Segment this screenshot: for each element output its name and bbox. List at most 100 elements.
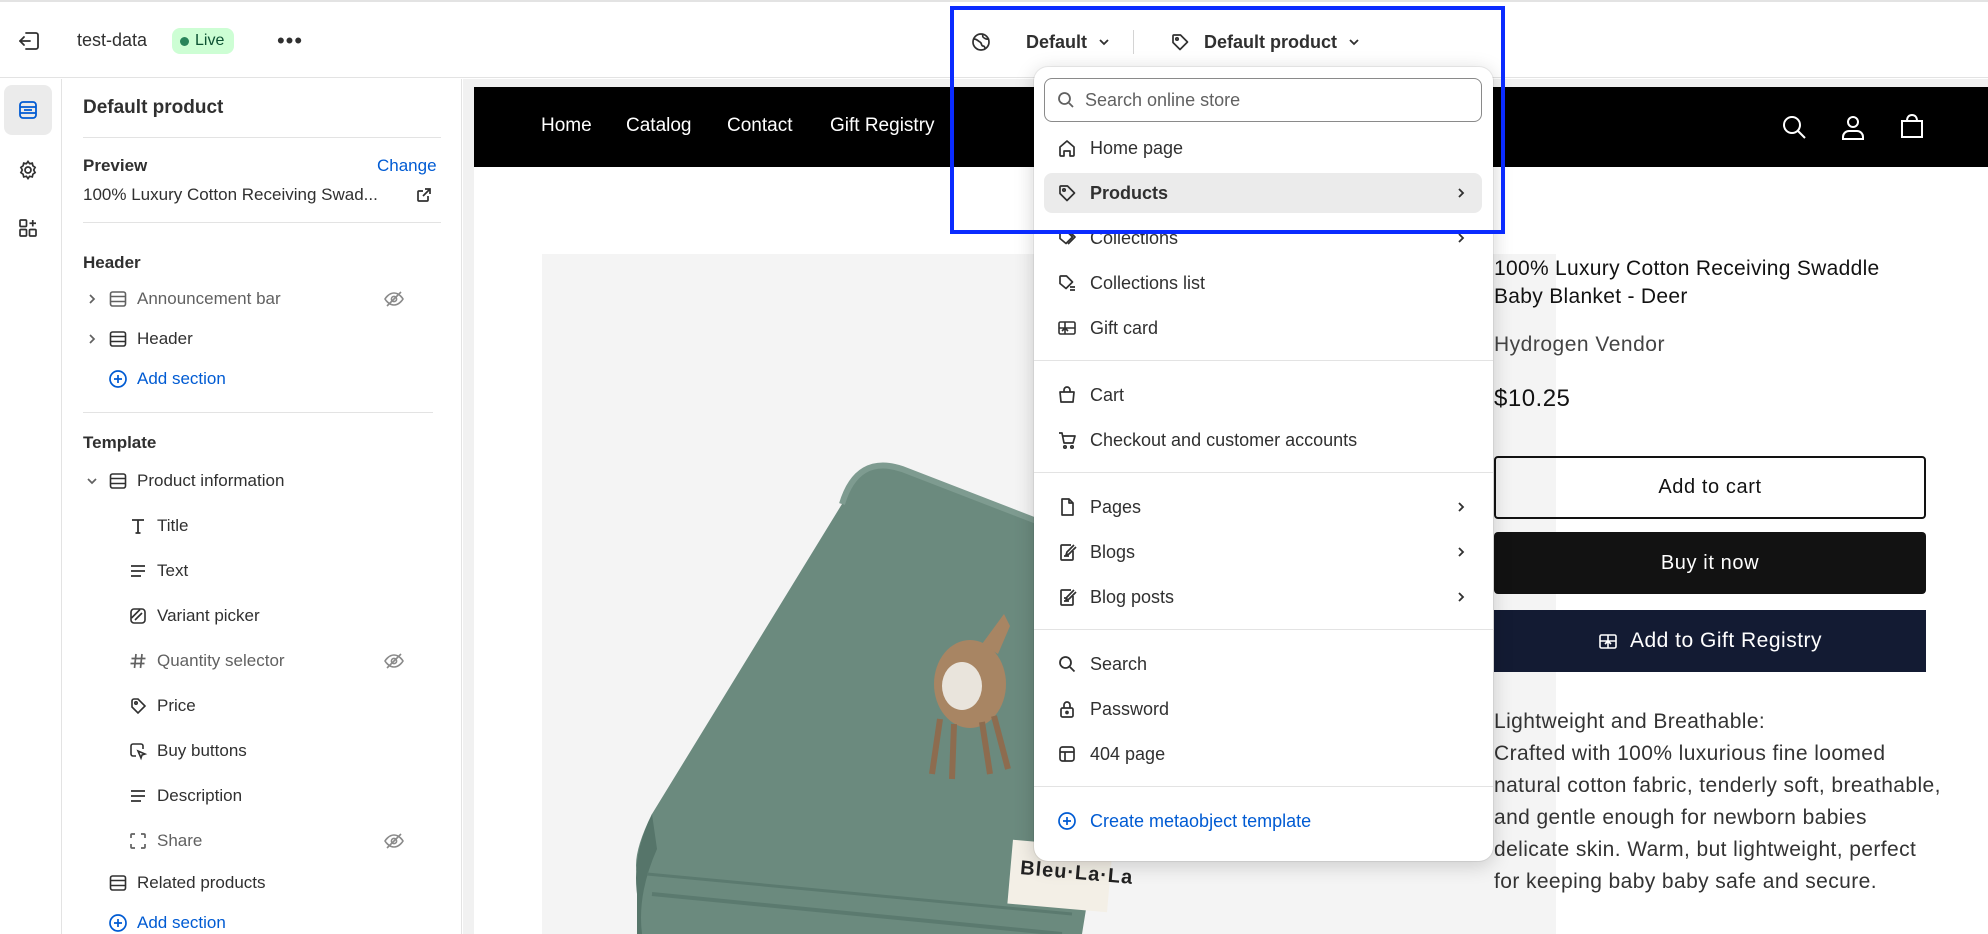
block-label: Buy buttons bbox=[157, 741, 247, 760]
divider bbox=[83, 412, 433, 413]
price-tag-icon bbox=[127, 695, 149, 717]
menu-item-blog-posts[interactable]: Blog posts bbox=[1044, 577, 1482, 617]
account-icon[interactable] bbox=[1839, 113, 1867, 141]
nav-link-contact[interactable]: Contact bbox=[727, 115, 792, 137]
buy-it-now-button[interactable]: Buy it now bbox=[1494, 532, 1926, 594]
plus-circle-icon bbox=[1056, 810, 1078, 832]
menu-item-products[interactable]: Products bbox=[1044, 173, 1482, 213]
add-section-label: Add section bbox=[137, 369, 226, 388]
section-announcement-bar[interactable]: Announcement bar bbox=[107, 281, 281, 317]
eye-off-icon[interactable] bbox=[383, 288, 405, 310]
section-label: Header bbox=[137, 329, 193, 348]
chevron-right-icon bbox=[1458, 547, 1465, 557]
search-icon[interactable] bbox=[1780, 113, 1808, 141]
chevron-right-icon[interactable] bbox=[85, 292, 99, 306]
nav-link-catalog[interactable]: Catalog bbox=[626, 115, 692, 137]
sections-icon bbox=[19, 101, 37, 119]
block-price[interactable]: Price bbox=[127, 688, 196, 724]
block-label: Description bbox=[157, 786, 243, 805]
more-actions-button[interactable]: ••• bbox=[276, 28, 304, 54]
block-description[interactable]: Description bbox=[127, 778, 242, 814]
template-dropdown[interactable]: Default product bbox=[1170, 28, 1361, 56]
eye-off-icon[interactable] bbox=[383, 830, 405, 852]
chevron-right-icon bbox=[1458, 188, 1465, 198]
search-input[interactable] bbox=[1085, 89, 1465, 111]
menu-item-blogs[interactable]: Blogs bbox=[1044, 532, 1482, 572]
divider bbox=[1034, 360, 1493, 361]
chevron-right-icon bbox=[1458, 592, 1465, 602]
tag-icon bbox=[1172, 34, 1189, 51]
template-search[interactable] bbox=[1044, 78, 1482, 122]
variant-icon bbox=[127, 605, 149, 627]
block-label: Variant picker bbox=[157, 606, 260, 625]
nav-link-gift-registry[interactable]: Gift Registry bbox=[830, 115, 935, 137]
status-badge: Live bbox=[172, 28, 235, 54]
description-body: Crafted with 100% luxurious fine loomed … bbox=[1494, 742, 1941, 893]
chevron-right-icon bbox=[1458, 502, 1465, 512]
divider bbox=[1034, 629, 1493, 630]
menu-item-label: Search bbox=[1090, 653, 1148, 674]
gift-icon bbox=[1599, 634, 1617, 649]
chevron-down-icon[interactable] bbox=[85, 474, 99, 488]
gift-registry-label: Add to Gift Registry bbox=[1629, 629, 1823, 652]
change-preview-link[interactable]: Change bbox=[377, 156, 437, 176]
block-label: Quantity selector bbox=[157, 651, 285, 670]
menu-item-gift-card[interactable]: Gift card bbox=[1044, 308, 1482, 348]
menu-item-search[interactable]: Search bbox=[1044, 644, 1482, 684]
header-group-label: Header bbox=[83, 253, 141, 272]
add-section-header-button[interactable]: Add section bbox=[107, 361, 226, 397]
add-section-template-button[interactable]: Add section bbox=[107, 905, 226, 934]
sections-rail-button[interactable] bbox=[4, 85, 52, 135]
block-text[interactable]: Text bbox=[127, 553, 188, 589]
menu-item-label: 404 page bbox=[1090, 743, 1166, 764]
block-label: Title bbox=[157, 516, 189, 535]
menu-item-404-page[interactable]: 404 page bbox=[1044, 734, 1482, 774]
editor-rail bbox=[0, 79, 62, 934]
search-icon bbox=[1058, 92, 1074, 108]
template-picker-popover: Home page Products Collections Collectio… bbox=[1034, 67, 1493, 861]
menu-item-cart[interactable]: Cart bbox=[1044, 375, 1482, 415]
menu-item-label: Password bbox=[1090, 698, 1170, 719]
section-related-products[interactable]: Related products bbox=[107, 865, 266, 901]
block-variant-picker[interactable]: Variant picker bbox=[127, 598, 260, 634]
product-description: Lightweight and Breathable: Crafted with… bbox=[1494, 706, 1944, 898]
live-dot-icon bbox=[180, 36, 189, 46]
block-title[interactable]: Title bbox=[127, 508, 189, 544]
menu-item-label: Products bbox=[1090, 182, 1169, 203]
cursor-icon bbox=[127, 740, 149, 762]
menu-item-home-page[interactable]: Home page bbox=[1044, 128, 1482, 168]
menu-item-collections-list[interactable]: Collections list bbox=[1044, 263, 1482, 303]
page-icon bbox=[1056, 496, 1078, 518]
section-label: Product information bbox=[137, 471, 285, 490]
lock-icon bbox=[1056, 698, 1078, 720]
apps-rail-button[interactable] bbox=[4, 203, 52, 253]
menu-item-label: Collections list bbox=[1090, 272, 1206, 293]
settings-rail-button[interactable] bbox=[4, 145, 52, 195]
chevron-right-icon[interactable] bbox=[85, 332, 99, 346]
theme-dropdown[interactable]: Default bbox=[970, 28, 1111, 56]
menu-item-pages[interactable]: Pages bbox=[1044, 487, 1482, 527]
block-share[interactable]: Share bbox=[127, 823, 202, 859]
section-product-information[interactable]: Product information bbox=[107, 463, 284, 499]
text-icon bbox=[127, 560, 149, 582]
menu-item-password[interactable]: Password bbox=[1044, 689, 1482, 729]
more-icon: ••• bbox=[276, 28, 304, 53]
cart-icon[interactable] bbox=[1898, 113, 1926, 141]
nav-link-home[interactable]: Home bbox=[541, 115, 592, 137]
exit-button[interactable] bbox=[16, 28, 42, 54]
menu-item-collections[interactable]: Collections bbox=[1044, 218, 1482, 258]
chevron-right-icon bbox=[1458, 233, 1465, 243]
block-quantity-selector[interactable]: Quantity selector bbox=[127, 643, 285, 679]
add-to-cart-button[interactable]: Add to cart bbox=[1494, 456, 1926, 519]
divider bbox=[1034, 786, 1493, 787]
block-buy-buttons[interactable]: Buy buttons bbox=[127, 733, 247, 769]
external-link-icon[interactable] bbox=[415, 186, 433, 204]
menu-item-checkout[interactable]: Checkout and customer accounts bbox=[1044, 420, 1482, 460]
add-to-gift-registry-button[interactable]: Add to Gift Registry bbox=[1494, 610, 1926, 672]
section-header[interactable]: Header bbox=[107, 321, 193, 357]
create-metaobject-template-link[interactable]: Create metaobject template bbox=[1044, 801, 1482, 841]
eye-off-icon[interactable] bbox=[383, 650, 405, 672]
editor-topbar: test-data Live ••• Default Default produ… bbox=[0, 0, 1988, 78]
plus-circle-icon bbox=[107, 912, 129, 934]
menu-item-label: Blogs bbox=[1090, 541, 1136, 562]
